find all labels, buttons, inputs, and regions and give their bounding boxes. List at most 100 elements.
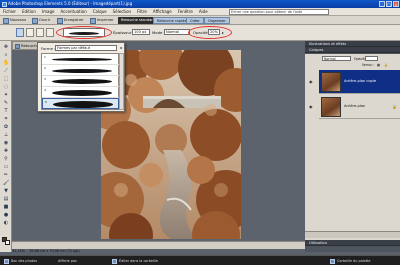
menu-filter[interactable]: Filtre [134, 8, 150, 16]
rotate-icon[interactable] [112, 258, 117, 264]
hand-tool-icon[interactable]: ✋ [3, 60, 9, 66]
tab-quick-fix[interactable]: Retouche rapide [153, 17, 191, 24]
brush-preset[interactable]: 4 [42, 87, 119, 98]
text-tool-icon[interactable]: T [3, 108, 9, 114]
tab-organize[interactable]: Organiser [204, 17, 230, 24]
close-button[interactable]: × [393, 1, 399, 7]
help-search-input[interactable]: Entrer une question pour obtenir de l'ai… [229, 9, 329, 15]
print-icon[interactable] [90, 17, 96, 24]
layers-panel: Normal Opacité : Verrou : ▦ 🔒 ◉ Arrière-… [305, 54, 400, 240]
crop-tool-icon[interactable]: ⌗ [3, 116, 9, 122]
layer-name: Arrière-plan copie [344, 79, 377, 83]
menu-bar: Fichier Edition Image Accentuation Calqu… [0, 8, 400, 16]
layers-panel-toolbar [305, 231, 400, 238]
brush-preset[interactable]: 1 [42, 54, 119, 65]
shape-tool-icon[interactable]: ■ [3, 204, 9, 210]
menu-layer[interactable]: Calque [90, 8, 110, 16]
eyedropper-tool-icon[interactable]: ⟋ [3, 68, 9, 74]
brush-tool-icon[interactable] [16, 28, 24, 37]
brush-preset[interactable]: 2 [42, 65, 119, 76]
tab-standard-edit[interactable]: Retouche standard [118, 17, 158, 24]
brush-list: 1 2 3 4 5 [41, 53, 119, 110]
color-replace-icon[interactable] [36, 28, 44, 37]
layer-blend-mode-select[interactable]: Normal [322, 56, 351, 61]
tab-create[interactable]: Créer [186, 17, 204, 24]
paint-bucket-tool-icon[interactable]: ▼ [3, 188, 9, 194]
brush-tool-icon[interactable]: 🖌 [3, 180, 9, 186]
zoom-level[interactable]: 31,15% [12, 249, 25, 253]
photo-bin-button[interactable]: Bac des photos [11, 258, 37, 264]
impressionist-brush-icon[interactable] [26, 28, 34, 37]
window-controls: _ □ × [379, 1, 399, 7]
shortcut-save[interactable]: Enregistrer [64, 17, 84, 24]
magic-wand-tool-icon[interactable]: ✦ [3, 92, 9, 98]
mode-label: Mode : [152, 30, 165, 35]
background-color-swatch[interactable] [5, 240, 10, 245]
highlight-brush [56, 26, 112, 39]
lock-all-icon[interactable]: 🔒 [384, 63, 388, 67]
brush-list-scrollbar[interactable] [119, 53, 124, 110]
shortcut-print[interactable]: Imprimer [97, 17, 114, 24]
menu-help[interactable]: Aide [196, 8, 211, 16]
brush-menu-arrow-icon[interactable]: ▸ [119, 45, 124, 51]
marquee-tool-icon[interactable]: ⬚ [3, 76, 9, 82]
red-eye-tool-icon[interactable]: ◉ [3, 140, 9, 146]
layer-row-selected[interactable]: ◉ Arrière-plan copie [309, 70, 400, 94]
menu-window[interactable]: Fenêtre [175, 8, 196, 16]
window-title: Adobe Photoshop Elements 5.0 (Éditeur) -… [8, 1, 133, 6]
palette-bin-button[interactable]: Corbeille du palette [337, 258, 370, 264]
move-tool-icon[interactable]: ✥ [3, 44, 9, 50]
menu-select[interactable]: Sélection [110, 8, 134, 16]
tools-palette: ✥ ⌕ ✋ ⟋ ⬚ ◌ ✦ ✎ T ⌗ ✿ ⟂ ◉ ✚ ⚲ ▭ ✏ 🖌 ▼ ▤ … [0, 41, 12, 252]
visibility-eye-icon[interactable]: ◉ [309, 79, 315, 84]
visibility-eye-icon[interactable]: ◉ [309, 104, 315, 109]
layer-name: Arrière-plan [344, 104, 366, 108]
open-file-icon[interactable] [32, 17, 38, 24]
layer-thumbnail [321, 97, 341, 117]
minimize-button[interactable]: _ [379, 1, 385, 7]
layer-row[interactable]: ◉ Arrière-plan 🔒 [309, 95, 400, 119]
document-size-info: 39,68 cm x 79,06 cm (72 ppi) [29, 249, 80, 253]
eraser-tool-icon[interactable]: ▭ [3, 164, 9, 170]
gradient-tool-icon[interactable]: ▤ [3, 196, 9, 202]
brush-preset-selected[interactable]: 5 [42, 98, 119, 109]
layer-opacity-field[interactable] [365, 56, 378, 61]
size-field[interactable]: 100 px [132, 29, 150, 35]
shortcut-open[interactable]: Ouvrir [39, 17, 50, 24]
maximize-button[interactable]: □ [386, 1, 392, 7]
straighten-tool-icon[interactable]: ⟂ [3, 132, 9, 138]
sponge-tool-icon[interactable]: ◐ [3, 220, 9, 226]
brush-preset[interactable]: 3 [42, 76, 119, 87]
pencil-tool-icon[interactable]: ✏ [3, 172, 9, 178]
photo-bin-icon[interactable] [4, 258, 9, 264]
lock-label: Verrou : [362, 63, 375, 67]
menu-view[interactable]: Affichage [150, 8, 175, 16]
blur-tool-icon[interactable]: ● [3, 212, 9, 218]
brush-size-number: 1 [44, 55, 46, 59]
mode-select[interactable]: Normal [164, 29, 190, 35]
healing-brush-tool-icon[interactable]: ✚ [3, 148, 9, 154]
menu-enhance[interactable]: Accentuation [57, 8, 89, 16]
brush-size-number: 4 [44, 88, 46, 92]
usage-panel-header[interactable]: Utilisation [305, 240, 400, 246]
edit-in-bin-button[interactable]: Éditer dans la corbeille [119, 258, 158, 264]
menu-image[interactable]: Image [39, 8, 58, 16]
zoom-tool-icon[interactable]: ⌕ [3, 52, 9, 58]
show-option-button[interactable]: Affiche pas [58, 258, 77, 264]
lasso-tool-icon[interactable]: ◌ [3, 84, 9, 90]
pencil-tool-icon[interactable] [46, 28, 54, 37]
palette-bin-icon[interactable] [330, 258, 335, 264]
layers-panel-header[interactable]: Calques [305, 47, 400, 53]
menu-edit[interactable]: Edition [19, 8, 39, 16]
lock-transparency-icon[interactable]: ▦ [377, 63, 380, 67]
new-file-icon[interactable] [3, 17, 9, 24]
shortcut-new[interactable]: Nouveau [10, 17, 26, 24]
clone-stamp-tool-icon[interactable]: ⚲ [3, 156, 9, 162]
highlight-opacity [188, 26, 232, 39]
brush-set-select[interactable]: Formes par défaut [55, 45, 117, 51]
menu-file[interactable]: Fichier [0, 8, 19, 16]
save-icon[interactable] [57, 17, 63, 24]
brush-presets-popup: Forme : Formes par défaut ▸ 1 2 3 4 5 [37, 42, 125, 112]
cookie-cutter-tool-icon[interactable]: ✿ [3, 124, 9, 130]
selection-brush-tool-icon[interactable]: ✎ [3, 100, 9, 106]
